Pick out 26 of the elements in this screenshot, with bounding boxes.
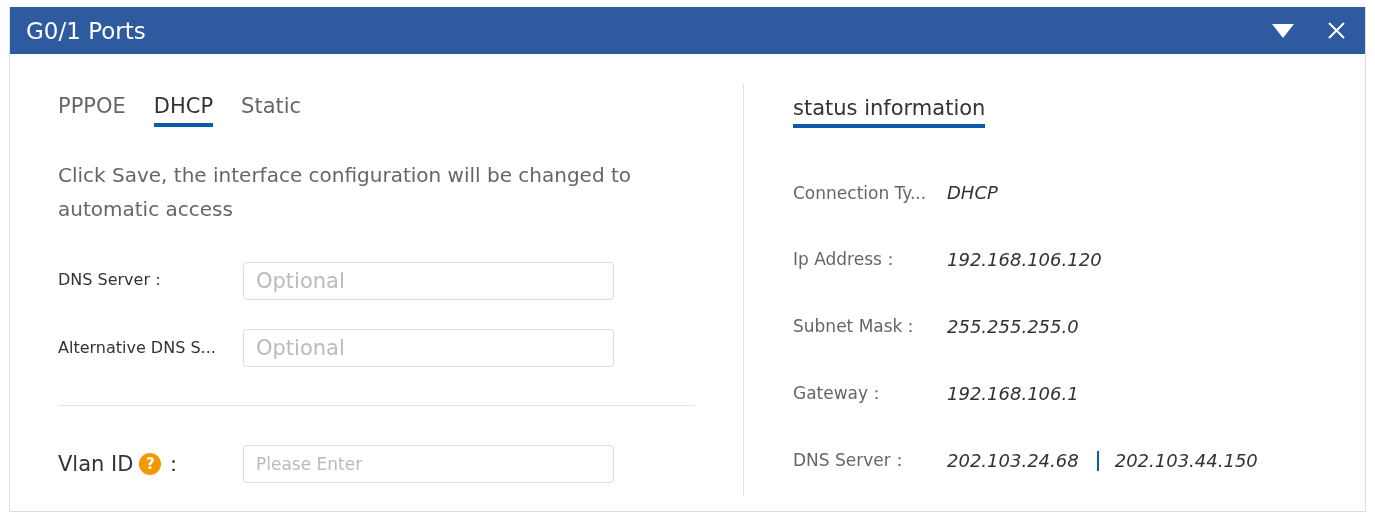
field-label: ：	[163, 451, 185, 478]
dropdown-icon[interactable]	[1272, 23, 1294, 38]
field-label: Alternative DNS S...	[58, 338, 216, 357]
input-field[interactable]: Optional	[243, 261, 614, 300]
status-value: DHCP	[947, 182, 998, 203]
status-label: Subnet Mask：	[793, 315, 921, 338]
status-label: Gateway：	[793, 382, 887, 405]
field-label: DNS Server：	[58, 270, 166, 291]
close-icon[interactable]	[1328, 22, 1345, 39]
window-title: G0/1 Ports	[26, 17, 146, 44]
status-label: DNS Server：	[793, 449, 909, 472]
field-label: Vlan ID	[58, 452, 134, 476]
status-label: Ip Address：	[793, 248, 900, 271]
status-value: 192.168.106.120	[947, 249, 1102, 270]
tab[interactable]: PPPOE	[58, 84, 126, 127]
input-field[interactable]: Please Enter	[243, 445, 614, 483]
status-value: 255.255.255.0	[947, 316, 1079, 337]
tab[interactable]: status information	[793, 84, 986, 128]
tab[interactable]: Static	[241, 84, 302, 127]
description-text: Click Save, the interface configuration will be changed to automatic access	[58, 162, 633, 223]
status-value: 202.103.24.68	[947, 450, 1079, 471]
tab[interactable]: DHCP	[153, 84, 214, 127]
status-label: Connection Ty...	[793, 182, 928, 203]
status-value: 192.168.106.1	[947, 383, 1079, 404]
input-field[interactable]: Optional	[243, 328, 614, 367]
status-value: 202.103.44.150	[1114, 450, 1258, 471]
